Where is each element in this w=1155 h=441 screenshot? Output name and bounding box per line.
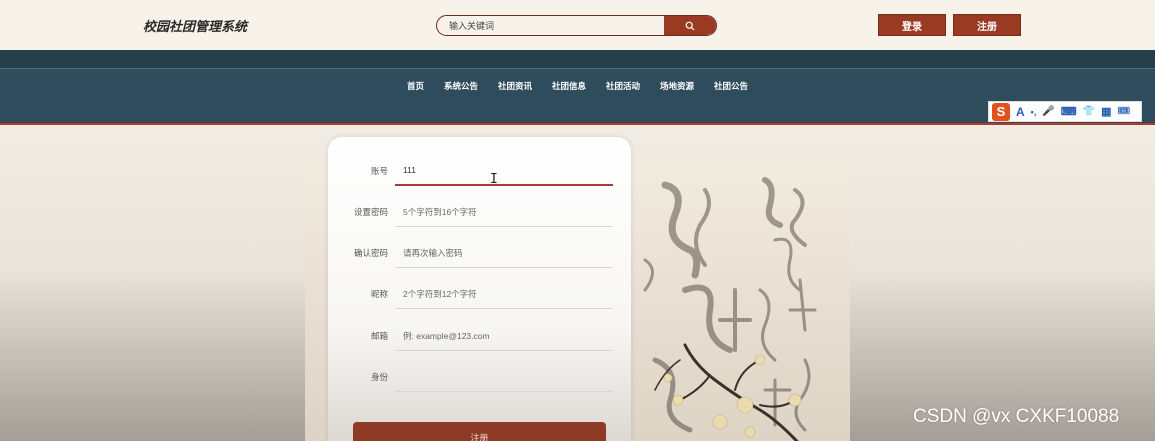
nav-item-club-activities[interactable]: 社团活动 bbox=[596, 80, 650, 94]
navbar-divider bbox=[0, 68, 1155, 69]
form-row-password: 设置密码 bbox=[328, 197, 631, 227]
role-label: 身份 bbox=[370, 372, 388, 382]
form-row-email: 邮箱 bbox=[328, 321, 631, 351]
form-row-role: 身份 bbox=[328, 362, 631, 392]
ime-keyboard-icon[interactable]: ⌨ bbox=[1061, 105, 1077, 118]
ime-font-icon[interactable]: A bbox=[1016, 105, 1025, 119]
form-row-nickname: 昵称 bbox=[328, 279, 631, 309]
text-cursor-icon: I bbox=[490, 172, 498, 187]
nickname-input[interactable] bbox=[395, 279, 613, 309]
role-input[interactable] bbox=[395, 362, 613, 392]
nav-item-club-announcement[interactable]: 社团公告 bbox=[704, 80, 758, 94]
ime-skin-icon[interactable]: 👕 bbox=[1083, 106, 1095, 117]
search-box bbox=[436, 15, 717, 36]
nav-item-club-info[interactable]: 社团信息 bbox=[542, 80, 596, 94]
ime-microphone-icon[interactable]: 🎤 bbox=[1042, 106, 1054, 117]
ime-toolbox-icon[interactable]: ▦ bbox=[1101, 105, 1111, 118]
search-icon bbox=[685, 21, 695, 30]
sogou-ime-logo-icon[interactable]: S bbox=[992, 102, 1010, 121]
submit-register-button[interactable]: 注册 bbox=[353, 422, 606, 441]
form-row-confirm-password: 确认密码 bbox=[328, 238, 631, 268]
search-button[interactable] bbox=[664, 16, 716, 35]
email-input[interactable] bbox=[395, 321, 613, 351]
ime-toolbar: S A •, 🎤 ⌨ 👕 ▦ 🎟 bbox=[988, 101, 1142, 122]
ime-punctuation-icon[interactable]: •, bbox=[1031, 107, 1037, 117]
account-input[interactable] bbox=[395, 156, 613, 186]
confirm-password-input[interactable] bbox=[395, 238, 613, 268]
password-input[interactable] bbox=[395, 197, 613, 227]
site-title: 校园社团管理系统 bbox=[143, 19, 248, 34]
nav-item-system-notice[interactable]: 系统公告 bbox=[434, 80, 488, 94]
plum-blossom-branch-decoration bbox=[654, 343, 802, 441]
email-label: 邮箱 bbox=[370, 331, 388, 341]
form-row-account: 账号 bbox=[328, 156, 631, 186]
navbar-stripe bbox=[0, 50, 1155, 68]
confirm-password-label: 确认密码 bbox=[353, 248, 388, 258]
top-header: 校园社团管理系统 登录 注册 bbox=[0, 0, 1155, 50]
ime-extra-icon[interactable]: 🎟 bbox=[1118, 106, 1131, 117]
login-button[interactable]: 登录 bbox=[878, 14, 946, 36]
nav-items: 首页 系统公告 社团资讯 社团信息 社团活动 场地资源 社团公告 bbox=[0, 80, 1155, 94]
nav-item-home[interactable]: 首页 bbox=[397, 80, 434, 94]
main-navbar: 首页 系统公告 社团资讯 社团信息 社团活动 场地资源 社团公告 bbox=[0, 50, 1155, 123]
register-button[interactable]: 注册 bbox=[953, 14, 1021, 36]
nav-item-club-news[interactable]: 社团资讯 bbox=[488, 80, 542, 94]
register-form-card: 账号 设置密码 确认密码 昵称 邮箱 身份 注册 bbox=[328, 137, 631, 441]
account-label: 账号 bbox=[370, 166, 388, 176]
search-input[interactable] bbox=[437, 16, 665, 35]
nav-item-venue-resources[interactable]: 场地资源 bbox=[650, 80, 704, 94]
nickname-label: 昵称 bbox=[370, 289, 388, 299]
password-label: 设置密码 bbox=[353, 207, 388, 217]
watermark: CSDN @vx CXKF10088 bbox=[913, 406, 1120, 427]
